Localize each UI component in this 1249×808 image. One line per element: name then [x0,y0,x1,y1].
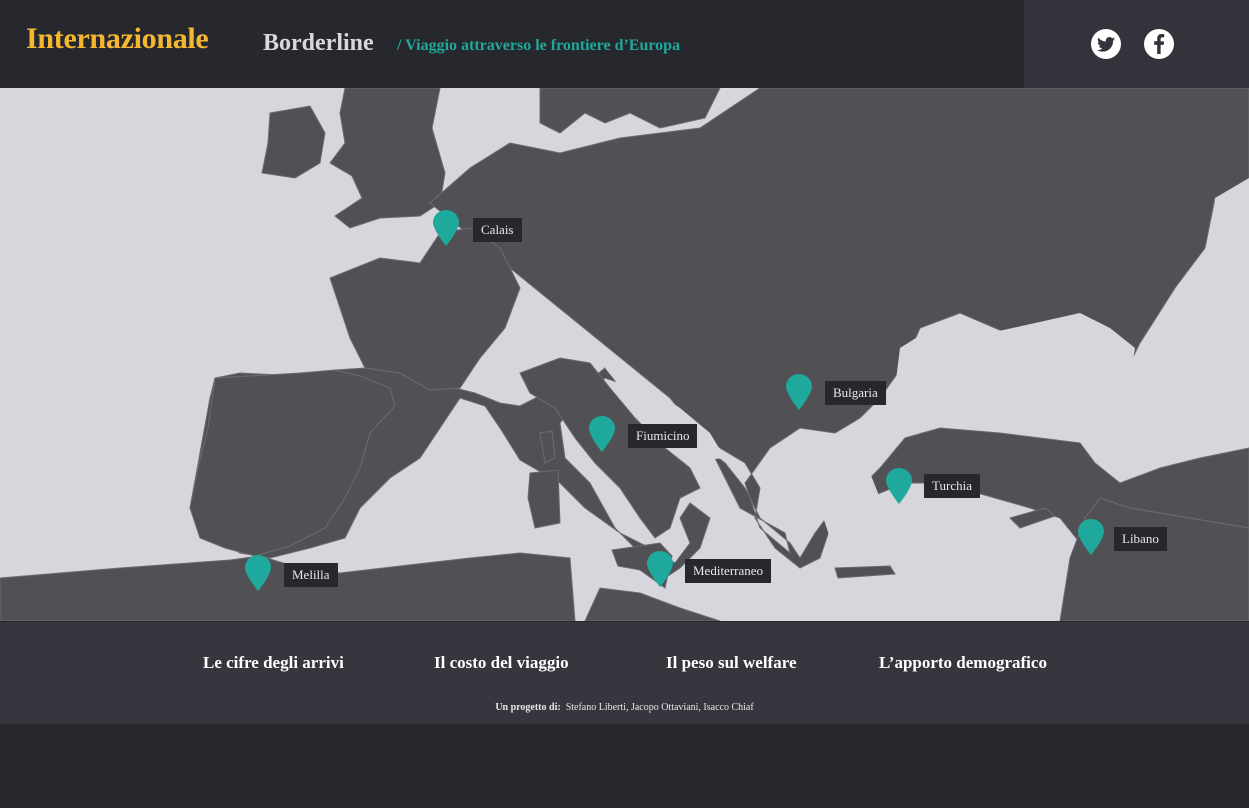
nav-cifre-arrivi[interactable]: Le cifre degli arrivi [203,653,344,673]
twitter-icon [1097,36,1115,52]
credits-authors: Stefano Liberti, Jacopo Ottaviani, Isacc… [565,702,754,713]
pin-label-libano[interactable]: Libano [1114,527,1167,551]
crete [834,565,896,579]
pin-bulgaria[interactable] [786,374,812,410]
pin-label-fiumicino[interactable]: Fiumicino [628,424,698,448]
pin-label-turchia[interactable]: Turchia [924,474,980,498]
aegean-sea [820,458,880,548]
france [329,227,521,391]
nav-peso-welfare[interactable]: Il peso sul welfare [666,653,797,673]
scandinavia [539,88,721,134]
credits-prefix: Un progetto di: [495,702,561,713]
pin-label-melilla[interactable]: Melilla [284,563,338,587]
europe-map[interactable]: Calais Bulgaria Fiumicino Turchia Libano… [0,88,1249,621]
facebook-icon [1154,34,1165,54]
sardinia [527,469,561,529]
tunisia-libya [584,587,721,621]
location-pin-icon [589,416,615,452]
pin-libano[interactable] [1078,519,1104,555]
brand-logo[interactable]: Internazionale [26,22,209,56]
twitter-button[interactable] [1091,29,1121,59]
ireland [261,105,326,179]
location-pin-icon [245,555,271,591]
pin-turchia[interactable] [886,468,912,504]
pin-label-calais[interactable]: Calais [473,218,522,242]
caspian-sea [1210,178,1249,318]
black-sea [895,313,1135,423]
project-title: Borderline [263,30,374,56]
pin-calais[interactable] [433,210,459,246]
map-shapes [0,88,1249,621]
location-pin-icon [886,468,912,504]
nav-apporto-demografico[interactable]: L’apporto demografico [879,653,1047,673]
location-pin-icon [647,551,673,587]
project-subtitle: / Viaggio attraverso le frontiere d’Euro… [397,37,681,54]
location-pin-icon [433,210,459,246]
section-nav: Le cifre degli arrivi Il costo del viagg… [0,622,1249,724]
header: Internazionale Borderline / Viaggio attr… [0,0,1249,88]
credits: Un progetto di: Stefano Liberti, Jacopo … [0,702,1249,713]
cyprus [1009,507,1057,529]
pin-fiumicino[interactable] [589,416,615,452]
great-britain [329,88,446,229]
pin-label-mediterraneo[interactable]: Mediterraneo [685,559,772,583]
pin-label-bulgaria[interactable]: Bulgaria [825,381,886,405]
facebook-button[interactable] [1144,29,1174,59]
pin-mediterraneo[interactable] [647,551,673,587]
social-bar [1024,0,1249,88]
pin-melilla[interactable] [245,555,271,591]
location-pin-icon [786,374,812,410]
nav-costo-viaggio[interactable]: Il costo del viaggio [434,653,569,673]
location-pin-icon [1078,519,1104,555]
